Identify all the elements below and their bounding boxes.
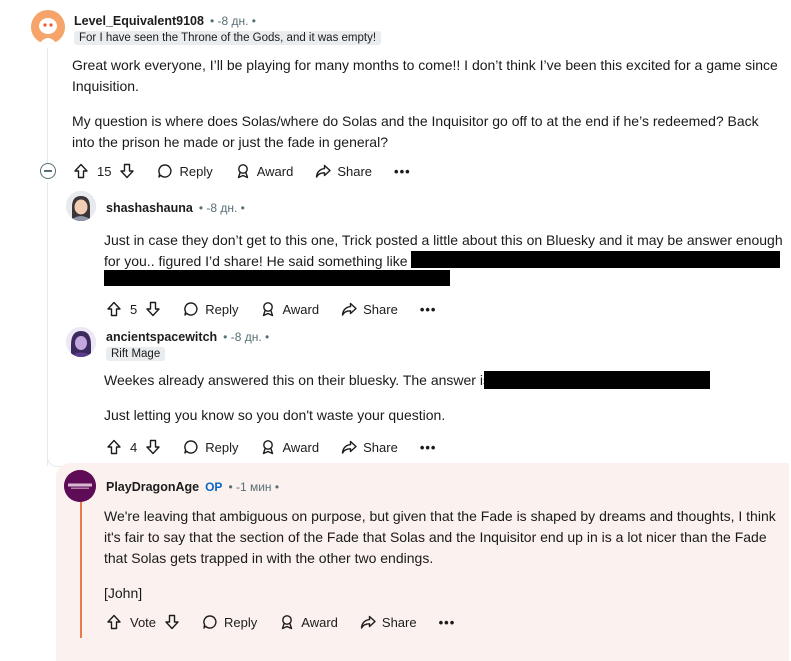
comment-line: Inquisition. [72, 78, 139, 94]
user-flair: For I have seen the Throne of the Gods, … [74, 31, 382, 45]
timestamp: • -8 дн. • [198, 201, 245, 215]
award-label: Award [282, 301, 320, 317]
award-icon [237, 164, 248, 179]
timestamp: • -8 дн. • [209, 14, 256, 28]
award-icon [282, 615, 293, 630]
share-label: Share [381, 614, 417, 630]
spoiler-redaction[interactable] [104, 270, 450, 286]
vote-count: 15 [97, 163, 112, 179]
comment-line: it's fair to say that the section of the… [104, 529, 767, 545]
comment-line: Just letting you know so you don't waste… [104, 407, 446, 423]
reply-button[interactable]: Reply [202, 614, 257, 630]
avatar[interactable] [66, 327, 96, 357]
reply-icon [184, 440, 198, 454]
upvote-icon[interactable] [73, 163, 89, 179]
share-label: Share [363, 301, 398, 317]
spoiler-redaction[interactable] [411, 251, 780, 268]
timestamp: • -8 дн. • [223, 330, 270, 344]
share-icon [341, 440, 357, 454]
avatar[interactable] [66, 191, 96, 221]
share-icon [341, 302, 357, 316]
vote-controls: Vote [106, 614, 180, 630]
share-button[interactable]: Share [315, 163, 372, 179]
comment-line: [John] [104, 585, 143, 601]
share-button[interactable]: Share [360, 614, 417, 630]
award-icon [263, 440, 274, 455]
more-icon[interactable]: ••• [439, 615, 456, 630]
share-button[interactable]: Share [341, 301, 398, 317]
comment-actions: Vote Reply Award Share ••• [106, 610, 477, 634]
vote-controls: 4 [106, 439, 161, 455]
award-icon [263, 302, 274, 317]
award-label: Award [256, 163, 294, 179]
username[interactable]: PlayDragonAge [106, 480, 199, 494]
share-label: Share [337, 163, 373, 179]
comment-body: Great work everyone, I’ll be playing for… [72, 55, 782, 153]
upvote-icon[interactable] [106, 301, 122, 317]
reply-label: Reply [179, 163, 213, 179]
reply-button[interactable]: Reply [157, 163, 213, 179]
highlight-bar [80, 502, 82, 638]
comment-line: into the prison he made or just the fade… [72, 134, 388, 150]
award-button[interactable]: Award [279, 614, 338, 630]
upvote-icon[interactable] [106, 614, 122, 630]
award-label: Award [301, 614, 338, 630]
thread-line-main[interactable] [47, 48, 48, 165]
award-button[interactable]: Award [235, 163, 294, 179]
more-icon[interactable]: ••• [394, 164, 411, 179]
vote-count: Vote [130, 614, 157, 630]
reply-icon [158, 164, 173, 178]
share-button[interactable]: Share [341, 439, 398, 455]
award-label: Award [282, 439, 320, 455]
thread-line-children[interactable] [47, 182, 48, 466]
reply-label: Reply [224, 614, 258, 630]
more-icon[interactable]: ••• [420, 440, 437, 455]
downvote-icon[interactable] [119, 163, 135, 179]
award-button[interactable]: Award [260, 301, 319, 317]
timestamp: • -1 мин • [228, 480, 280, 494]
reply-icon [203, 615, 217, 629]
share-icon [360, 615, 376, 629]
share-icon [316, 164, 332, 178]
collapse-icon[interactable] [40, 163, 56, 179]
more-icon[interactable]: ••• [420, 302, 437, 317]
op-badge: OP [205, 480, 223, 494]
comment-line: We're leaving that ambiguous on purpose,… [104, 508, 776, 524]
vote-count: 5 [130, 301, 138, 317]
comment-actions: 15 Reply Award Share ••• [73, 159, 433, 183]
vote-controls: 5 [106, 301, 161, 317]
username[interactable]: shashashauna [106, 201, 193, 215]
vote-controls: 15 [73, 163, 135, 179]
comment-line: Great work everyone, I’ll be playing for… [72, 57, 778, 73]
upvote-icon[interactable] [106, 439, 122, 455]
reply-label: Reply [205, 439, 239, 455]
avatar[interactable] [31, 10, 65, 44]
downvote-icon[interactable] [164, 614, 180, 630]
username[interactable]: ancientspacewitch [106, 330, 217, 344]
downvote-icon[interactable] [145, 439, 161, 455]
comment-line: that Solas gets trapped in with the othe… [104, 550, 434, 566]
avatar[interactable] [64, 470, 96, 502]
comment-actions: 4 Reply Award Share ••• [106, 435, 458, 459]
comment-actions: 5 Reply Award Share ••• [106, 297, 458, 321]
user-flair: Rift Mage [106, 347, 166, 361]
award-button[interactable]: Award [260, 439, 319, 455]
username[interactable]: Level_Equivalent9108 [74, 14, 204, 28]
reply-label: Reply [205, 301, 239, 317]
share-label: Share [363, 439, 398, 455]
comment-line: My question is where does Solas/where do… [72, 113, 759, 129]
vote-count: 4 [130, 439, 138, 455]
downvote-icon[interactable] [145, 301, 161, 317]
reply-button[interactable]: Reply [183, 439, 238, 455]
comment-body: We're leaving that ambiguous on purpose,… [104, 506, 784, 604]
reply-button[interactable]: Reply [183, 301, 238, 317]
spoiler-redaction[interactable] [484, 371, 710, 389]
comment-line: Just in case they don’t get to this one,… [104, 232, 783, 248]
reply-icon [184, 302, 198, 316]
